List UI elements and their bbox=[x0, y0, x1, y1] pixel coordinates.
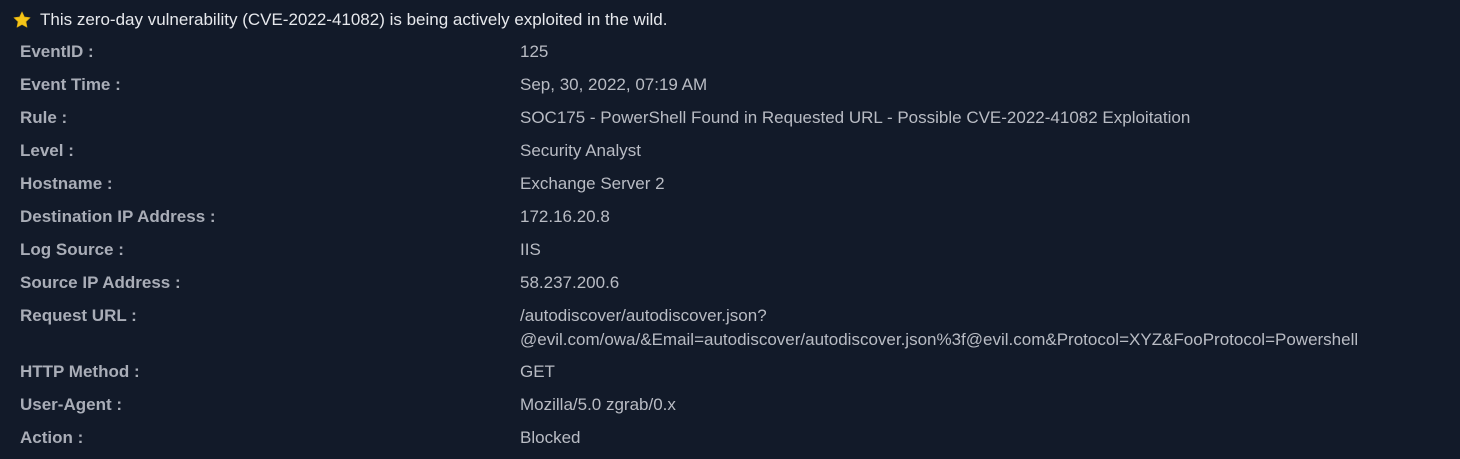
field-label: Request URL : bbox=[20, 306, 137, 325]
field-label: Destination IP Address : bbox=[20, 207, 216, 226]
event-details: EventID : 125 Event Time : Sep, 30, 2022… bbox=[20, 40, 1450, 459]
field-value: Mozilla/5.0 zgrab/0.x bbox=[520, 395, 676, 414]
field-value: 172.16.20.8 bbox=[520, 207, 610, 226]
field-action: Action : Blocked bbox=[20, 426, 1450, 459]
field-label: EventID : bbox=[20, 42, 94, 61]
field-value: IIS bbox=[520, 240, 541, 259]
field-value: Security Analyst bbox=[520, 141, 641, 160]
field-label: Log Source : bbox=[20, 240, 124, 259]
field-destination-ip: Destination IP Address : 172.16.20.8 bbox=[20, 205, 1450, 238]
field-label: Rule : bbox=[20, 108, 68, 127]
field-value: Blocked bbox=[520, 428, 581, 447]
field-label: Action : bbox=[20, 428, 84, 447]
field-value: 125 bbox=[520, 42, 549, 61]
field-rule: Rule : SOC175 - PowerShell Found in Requ… bbox=[20, 106, 1450, 139]
field-log-source: Log Source : IIS bbox=[20, 238, 1450, 271]
field-event-time: Event Time : Sep, 30, 2022, 07:19 AM bbox=[20, 73, 1450, 106]
field-label: Level : bbox=[20, 141, 74, 160]
field-label: User-Agent : bbox=[20, 395, 123, 414]
field-value: 58.237.200.6 bbox=[520, 273, 620, 292]
field-event-id: EventID : 125 bbox=[20, 40, 1450, 73]
field-value: Sep, 30, 2022, 07:19 AM bbox=[520, 75, 708, 94]
field-value: SOC175 - PowerShell Found in Requested U… bbox=[520, 108, 1191, 127]
field-hostname: Hostname : Exchange Server 2 bbox=[20, 172, 1450, 205]
field-label: Source IP Address : bbox=[20, 273, 181, 292]
request-url-line-1: /autodiscover/autodiscover.json? bbox=[520, 306, 767, 325]
alert-banner: This zero-day vulnerability (CVE-2022-41… bbox=[12, 8, 667, 32]
field-http-method: HTTP Method : GET bbox=[20, 360, 1450, 393]
field-label: HTTP Method : bbox=[20, 362, 140, 381]
field-label: Event Time : bbox=[20, 75, 121, 94]
field-user-agent: User-Agent : Mozilla/5.0 zgrab/0.x bbox=[20, 393, 1450, 426]
request-url-line-2: @evil.com/owa/&Email=autodiscover/autodi… bbox=[520, 330, 1359, 349]
field-request-url: Request URL : /autodiscover/autodiscover… bbox=[20, 304, 1450, 360]
field-value: /autodiscover/autodiscover.json? @evil.c… bbox=[520, 304, 1450, 352]
field-source-ip: Source IP Address : 58.237.200.6 bbox=[20, 271, 1450, 304]
field-level: Level : Security Analyst bbox=[20, 139, 1450, 172]
field-value: Exchange Server 2 bbox=[520, 174, 665, 193]
field-value: GET bbox=[520, 362, 555, 381]
alert-banner-text: This zero-day vulnerability (CVE-2022-41… bbox=[40, 10, 668, 29]
star-icon bbox=[12, 10, 32, 30]
field-label: Hostname : bbox=[20, 174, 113, 193]
